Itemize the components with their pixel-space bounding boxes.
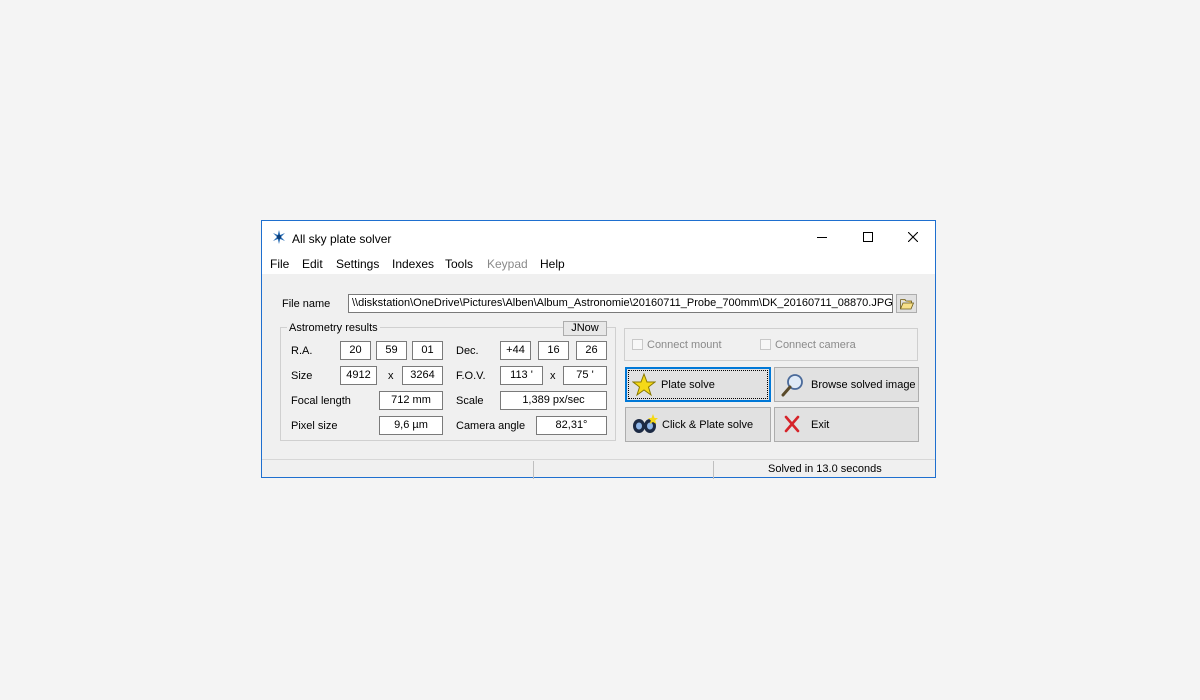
minimize-icon	[817, 237, 827, 238]
dec-minutes-field[interactable]: 16	[538, 341, 569, 360]
binoculars-star-icon	[633, 414, 658, 433]
exit-button[interactable]: Exit	[774, 407, 919, 442]
fov-separator: x	[550, 370, 556, 382]
dec-seconds-field[interactable]: 26	[576, 341, 607, 360]
scale-field[interactable]: 1,389 px/sec	[500, 391, 607, 410]
menu-tools[interactable]: Tools	[445, 257, 473, 271]
status-text: Solved in 13.0 seconds	[768, 463, 882, 475]
status-pane-divider-1	[533, 461, 535, 479]
browse-solved-image-button[interactable]: Browse solved image	[774, 367, 919, 402]
menu-edit[interactable]: Edit	[302, 257, 323, 271]
app-window: All sky plate solver File Edit Settings …	[261, 220, 936, 479]
ra-minutes-field[interactable]: 59	[376, 341, 407, 360]
minimize-button[interactable]	[799, 221, 845, 253]
connect-mount-label: Connect mount	[647, 339, 722, 351]
file-name-label: File name	[282, 298, 331, 310]
scale-label: Scale	[456, 395, 484, 407]
plate-solve-button[interactable]: Plate solve	[625, 367, 771, 402]
size-width-field[interactable]: 4912	[340, 366, 377, 385]
connect-camera-label: Connect camera	[775, 339, 856, 351]
plate-solve-label: Plate solve	[661, 379, 715, 391]
pixel-size-field[interactable]: 9,6 µm	[379, 416, 443, 435]
astrometry-results-title: Astrometry results	[287, 322, 380, 334]
title-bar[interactable]: All sky plate solver	[262, 221, 935, 253]
menu-help[interactable]: Help	[540, 257, 565, 271]
menu-indexes[interactable]: Indexes	[392, 257, 434, 271]
close-button[interactable]	[890, 221, 936, 253]
size-label: Size	[291, 370, 313, 382]
window-title: All sky plate solver	[292, 232, 392, 246]
ra-label: R.A.	[291, 345, 313, 357]
connect-camera-checkbox[interactable]	[760, 339, 771, 350]
menu-keypad: Keypad	[487, 257, 528, 271]
star-burst-icon	[273, 230, 285, 244]
menu-file[interactable]: File	[270, 257, 289, 271]
camera-angle-field[interactable]: 82,31°	[536, 416, 607, 435]
red-x-icon	[784, 415, 800, 433]
menu-bar: File Edit Settings Indexes Tools Keypad …	[262, 253, 935, 274]
focal-length-label: Focal length	[291, 395, 351, 407]
menu-settings[interactable]: Settings	[336, 257, 379, 271]
fov-height-field[interactable]: 75 '	[563, 366, 607, 385]
ra-seconds-field[interactable]: 01	[412, 341, 443, 360]
click-plate-solve-button[interactable]: Click & Plate solve	[625, 407, 771, 442]
ra-hours-field[interactable]: 20	[340, 341, 371, 360]
focal-length-field[interactable]: 712 mm	[379, 391, 443, 410]
maximize-button[interactable]	[845, 221, 891, 253]
fov-width-field[interactable]: 113 '	[500, 366, 543, 385]
click-plate-solve-label: Click & Plate solve	[662, 419, 754, 431]
magnifier-icon	[781, 374, 803, 397]
connect-mount-checkbox[interactable]	[632, 339, 643, 350]
status-pane-divider-2	[713, 461, 715, 479]
exit-label: Exit	[811, 419, 830, 431]
browse-solved-image-label: Browse solved image	[811, 379, 916, 391]
maximize-icon	[863, 232, 873, 242]
pixel-size-label: Pixel size	[291, 420, 338, 432]
epoch-button[interactable]: JNow	[563, 321, 607, 336]
fov-label: F.O.V.	[456, 370, 486, 382]
size-height-field[interactable]: 3264	[402, 366, 443, 385]
file-name-input[interactable]: \\diskstation\OneDrive\Pictures\Alben\Al…	[348, 294, 893, 313]
dec-label: Dec.	[456, 345, 479, 357]
browse-file-button[interactable]	[896, 294, 917, 313]
folder-open-icon	[900, 299, 914, 310]
camera-angle-label: Camera angle	[456, 420, 526, 432]
star-icon	[632, 373, 656, 397]
size-separator: x	[388, 370, 394, 382]
dec-degrees-field[interactable]: +44	[500, 341, 531, 360]
close-icon	[908, 232, 918, 242]
